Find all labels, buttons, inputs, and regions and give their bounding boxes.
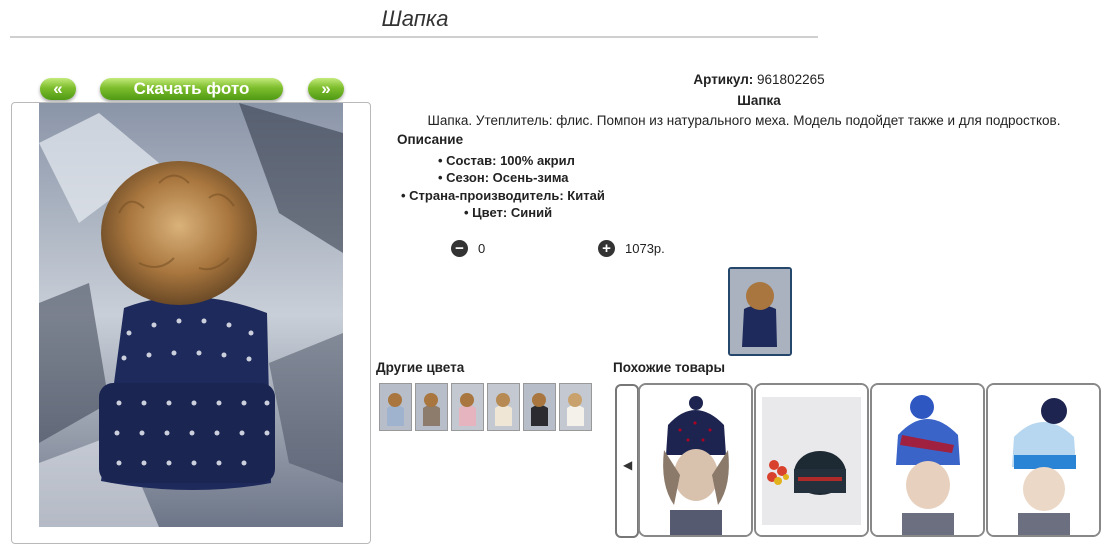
similar-product-card[interactable] [638, 383, 753, 537]
title-divider [10, 36, 818, 38]
attr-color: • Цвет: Синий [464, 205, 553, 220]
color-swatch-beige[interactable] [415, 383, 448, 431]
page-title: Шапка [381, 6, 449, 31]
color-swatch-pink[interactable] [451, 383, 484, 431]
similar-product-card[interactable] [754, 383, 869, 537]
increase-quantity-button[interactable]: + [598, 240, 615, 257]
attr-composition: • Состав: 100% акрил [438, 153, 575, 168]
carousel-prev-icon: ◀ [623, 458, 633, 472]
similar-product-card[interactable] [870, 383, 985, 537]
prev-photo-button[interactable]: « [40, 78, 76, 100]
color-swatch-light-blue[interactable] [379, 383, 412, 431]
article-line: Артикул: 961802265 [520, 72, 998, 87]
quantity-value: 0 [478, 241, 486, 256]
similar-products-heading: Похожие товары [613, 360, 726, 375]
similar-product-card[interactable] [986, 383, 1101, 537]
product-description: Шапка. Утеплитель: флис. Помпон из натур… [427, 113, 1061, 128]
color-swatch-cream[interactable] [487, 383, 520, 431]
description-heading: Описание [397, 132, 464, 147]
article-value: 961802265 [757, 72, 825, 87]
attr-country: • Страна-производитель: Китай [401, 188, 605, 203]
color-swatch-white[interactable] [559, 383, 592, 431]
decrease-quantity-button[interactable]: − [451, 240, 468, 257]
article-label: Артикул: [693, 72, 754, 87]
product-name: Шапка [737, 93, 781, 108]
price-value: 1073р. [625, 241, 665, 256]
color-swatch-black[interactable] [523, 383, 556, 431]
next-photo-button[interactable]: » [308, 78, 344, 100]
photo-thumbnail[interactable] [728, 267, 792, 356]
product-photo[interactable] [39, 103, 343, 527]
carousel-prev-button[interactable]: ◀ [615, 384, 639, 538]
attr-season: • Сезон: Осень-зима [438, 170, 569, 185]
download-photo-button[interactable]: Скачать фото [100, 78, 283, 100]
other-colors-heading: Другие цвета [376, 360, 465, 375]
